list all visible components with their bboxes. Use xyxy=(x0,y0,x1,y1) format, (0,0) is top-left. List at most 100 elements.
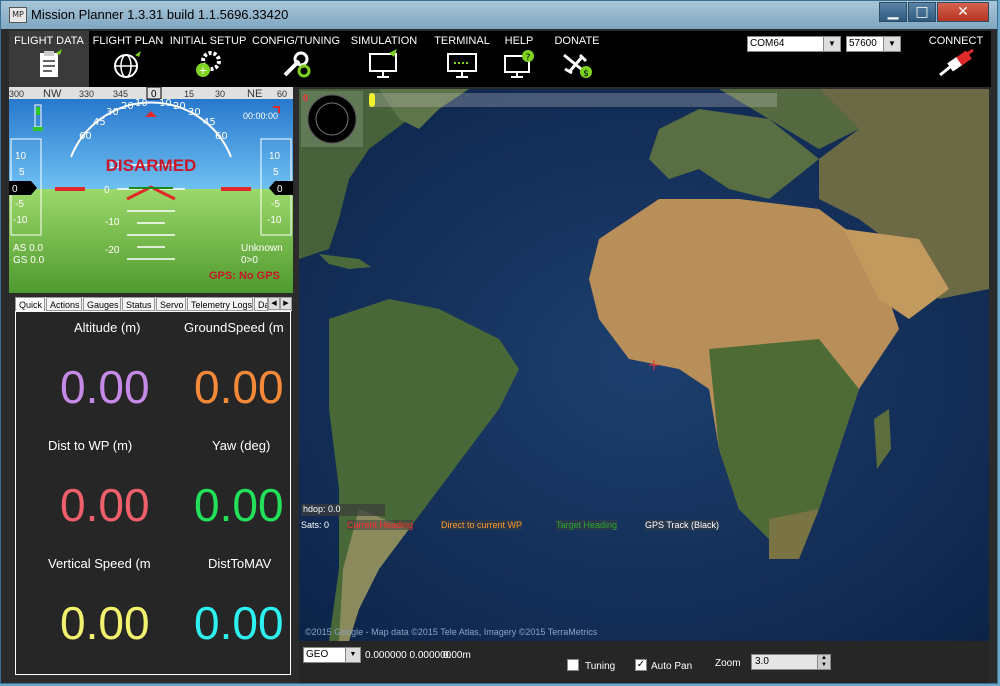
menu-label: DONATE xyxy=(554,35,600,47)
baud-rate-select[interactable]: 57600 ▼ xyxy=(846,36,901,52)
flight-mode-text: Unknown xyxy=(241,243,283,254)
hdop-text: hdop: 0.0 xyxy=(301,504,385,516)
tab-telemetry-logs[interactable]: Telemetry Logs xyxy=(187,297,253,311)
connect-label: CONNECT xyxy=(928,35,984,47)
svg-text:0: 0 xyxy=(104,185,110,196)
chevron-down-icon[interactable]: ▼ xyxy=(345,648,360,662)
window-title: Mission Planner 1.3.31 build 1.1.5696.33… xyxy=(31,7,289,22)
altitude-value: 0 xyxy=(277,184,283,195)
app-logo-icon: MP xyxy=(9,7,27,23)
terminal-icon xyxy=(447,53,477,78)
menu-label: HELP xyxy=(504,35,534,47)
menu-label: SIMULATION xyxy=(350,35,418,47)
svg-text:NW: NW xyxy=(43,88,62,100)
maximize-button[interactable]: □ xyxy=(908,2,936,22)
tuning-label: Tuning xyxy=(585,661,616,672)
tab-scroll-left-icon[interactable]: ◀ xyxy=(268,297,280,310)
menu-flight-data[interactable]: FLIGHT DATA xyxy=(9,31,89,87)
svg-text:$: $ xyxy=(583,69,589,79)
menu-label: FLIGHT DATA xyxy=(14,35,84,47)
menu-donate[interactable]: DONATE $ xyxy=(547,31,607,87)
menu-label: TERMINAL xyxy=(434,35,490,47)
menu-simulation[interactable]: SIMULATION xyxy=(343,31,425,87)
heading-value: 0 xyxy=(151,89,157,100)
svg-text:330: 330 xyxy=(79,89,94,99)
quick-value: 0.00 xyxy=(60,479,150,531)
map-copyright: ©2015 Google - Map data ©2015 Tele Atlas… xyxy=(305,627,598,637)
groundspeed-text: GS 0.0 xyxy=(13,255,45,266)
quick-label: Altitude (m) xyxy=(74,320,141,335)
zoom-stepper[interactable]: 3.0 ▲ ▼ xyxy=(751,654,831,670)
quick-value: 0.00 xyxy=(60,597,150,649)
coord-type-value: GEO xyxy=(306,649,329,660)
map-progress-bar xyxy=(369,93,777,107)
svg-text:10: 10 xyxy=(269,151,281,162)
arm-status: DISARMED xyxy=(106,156,197,175)
title-bar: MP Mission Planner 1.3.31 build 1.1.5696… xyxy=(1,1,997,29)
svg-text:NE: NE xyxy=(247,88,262,100)
zoom-label: Zoom xyxy=(715,658,741,669)
sats-text: Sats: 0 xyxy=(301,520,330,530)
menu-initial-setup[interactable]: INITIAL SETUP + xyxy=(167,31,249,87)
legend-direct-to-wp: Direct to current WP xyxy=(441,520,523,530)
tab-status[interactable]: Status xyxy=(122,297,155,311)
satellite-map[interactable] xyxy=(299,89,989,641)
close-button[interactable]: ✕ xyxy=(937,2,989,22)
menu-flight-plan[interactable]: FLIGHT PLAN xyxy=(91,31,165,87)
tab-gauges[interactable]: Gauges xyxy=(83,297,121,311)
stepper-arrows-icon[interactable]: ▲ ▼ xyxy=(817,655,830,669)
help-icon: ? xyxy=(504,50,534,78)
main-window: MP Mission Planner 1.3.31 build 1.1.5696… xyxy=(0,0,998,684)
waypoint-text: 0>0 xyxy=(241,255,258,266)
quick-label: Vertical Speed (m xyxy=(48,556,150,571)
menu-label: FLIGHT PLAN xyxy=(92,35,164,47)
svg-text:10: 10 xyxy=(15,151,27,162)
map-status-bar: GEO ▼ 0.000000 0.000000 0.00m Tuning ✓ A… xyxy=(299,641,989,683)
globe-icon xyxy=(114,51,141,78)
svg-text:20: 20 xyxy=(173,101,186,112)
svg-text:-10: -10 xyxy=(13,215,28,226)
quick-value: 0.00 xyxy=(194,479,284,531)
tab-quick[interactable]: Quick xyxy=(15,297,45,311)
chevron-down-icon[interactable]: ▼ xyxy=(883,37,900,51)
svg-text:?: ? xyxy=(526,53,531,63)
alt-text: 0.00m xyxy=(443,650,471,661)
legend-target-heading: Target Heading xyxy=(556,520,618,530)
com-port-select[interactable]: COM64 ▼ xyxy=(747,36,841,52)
quick-label: Yaw (deg) xyxy=(212,438,271,453)
monitor-plane-icon xyxy=(369,49,397,78)
quick-label: GroundSpeed (m xyxy=(184,320,284,335)
svg-text:10: 10 xyxy=(159,98,172,109)
tab-dataflash[interactable]: Da xyxy=(254,297,268,311)
flight-timer: 00:00:00 xyxy=(243,111,278,121)
menu-config-tuning[interactable]: CONFIG/TUNING xyxy=(251,31,341,87)
tab-scroll-right-icon[interactable]: ▶ xyxy=(280,297,292,310)
svg-text:15: 15 xyxy=(184,89,194,99)
svg-text:60: 60 xyxy=(215,131,228,142)
minimize-button[interactable]: ▁ xyxy=(879,2,907,22)
svg-text:5: 5 xyxy=(19,167,25,178)
gps-status: GPS: No GPS xyxy=(209,270,280,282)
map-view[interactable]: 0 hdop: 0.0 Sats: 0 Current Heading Dire… xyxy=(299,89,989,641)
tab-actions[interactable]: Actions xyxy=(46,297,82,311)
main-menu-bar: FLIGHT DATA FLIGHT PLAN INITIAL SETUP + … xyxy=(9,31,991,87)
legend-current-heading: Current Heading xyxy=(347,520,414,530)
menu-label: CONFIG/TUNING xyxy=(252,35,340,47)
coord-type-select[interactable]: GEO ▼ xyxy=(303,647,361,663)
chevron-down-icon[interactable]: ▼ xyxy=(823,37,840,51)
gears-icon: + xyxy=(196,51,221,77)
compass-marker: 0 xyxy=(303,93,308,103)
menu-help[interactable]: HELP ? xyxy=(499,31,539,87)
svg-text:-5: -5 xyxy=(15,199,24,210)
menu-terminal[interactable]: TERMINAL xyxy=(427,31,497,87)
tuning-checkbox[interactable] xyxy=(567,659,579,671)
svg-text:-20: -20 xyxy=(105,245,120,256)
quick-label: Dist to WP (m) xyxy=(48,438,133,453)
svg-text:300: 300 xyxy=(9,89,24,99)
map-compass: 0 xyxy=(301,91,363,147)
tab-servo[interactable]: Servo xyxy=(156,297,186,311)
connect-button[interactable]: CONNECT xyxy=(921,31,991,87)
checkmark-icon: ✓ xyxy=(636,659,646,670)
auto-pan-checkbox[interactable]: ✓ xyxy=(635,659,647,671)
svg-text:60: 60 xyxy=(277,89,287,99)
